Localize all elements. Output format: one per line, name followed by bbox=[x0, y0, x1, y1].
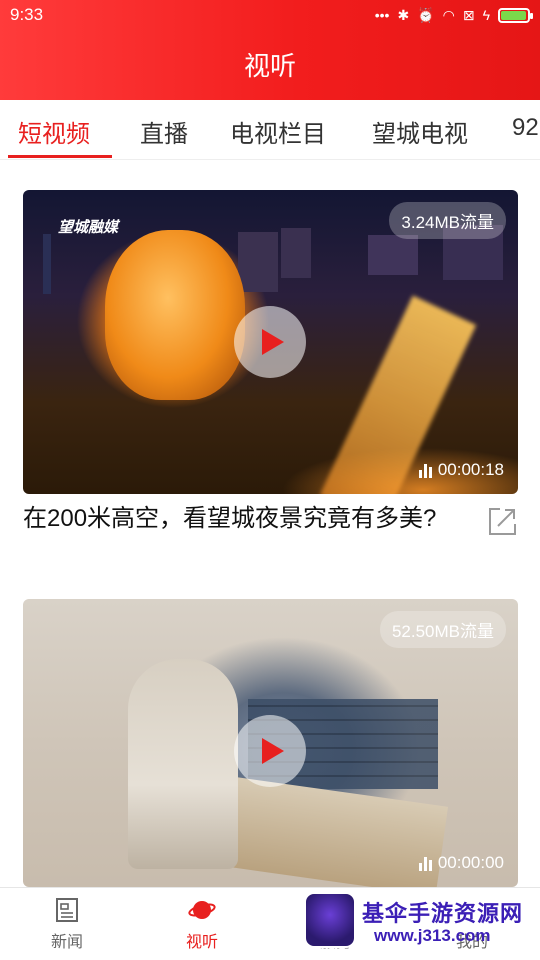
bluetooth-icon: ✱ bbox=[397, 7, 410, 23]
signal-bars-icon bbox=[418, 462, 432, 478]
channel-logo: 望城融媒 bbox=[58, 219, 119, 236]
share-icon[interactable] bbox=[486, 506, 518, 538]
watermark-title: 基伞手游资源网 bbox=[362, 901, 524, 926]
nav-news[interactable]: 新闻 bbox=[27, 896, 107, 952]
tab-wangcheng-tv[interactable]: 望城电视 bbox=[372, 114, 468, 149]
wifi-icon: ◠ bbox=[442, 7, 455, 23]
no-sim-icon: ⊠ bbox=[462, 7, 475, 23]
planet-icon bbox=[188, 901, 216, 919]
active-tab-indicator bbox=[8, 155, 112, 158]
category-tabs: 短视频 直播 电视栏目 望城电视 92 bbox=[0, 100, 540, 160]
video-title[interactable]: 在200米高空，看望城夜景究竟有多美? bbox=[23, 502, 463, 536]
play-icon bbox=[262, 738, 284, 764]
more-dots-icon: ••• bbox=[374, 7, 390, 23]
chef-figure bbox=[128, 659, 238, 869]
video-duration: 00:00:18 bbox=[418, 460, 504, 480]
signal-bars-icon bbox=[418, 855, 432, 871]
tab-short-video[interactable]: 短视频 bbox=[18, 114, 90, 149]
statue-image bbox=[105, 230, 245, 400]
watermark: 基伞手游资源网 www.j313.com bbox=[300, 890, 540, 952]
tab-92[interactable]: 92 bbox=[512, 114, 539, 142]
play-button[interactable] bbox=[234, 306, 306, 378]
tab-live[interactable]: 直播 bbox=[140, 114, 188, 149]
video-thumbnail[interactable]: 52.50MB流量 00:00:00 bbox=[23, 599, 518, 887]
video-card[interactable]: 望城融媒 3.24MB流量 00:00:18 在200米高空，看望城夜景究竟有多… bbox=[23, 190, 518, 536]
battery-icon bbox=[498, 7, 533, 23]
status-icons: ••• ✱ ⏰ ◠ ⊠ ϟ bbox=[374, 6, 533, 24]
battery-level bbox=[501, 10, 526, 20]
video-card[interactable]: 52.50MB流量 00:00:00 bbox=[23, 599, 518, 887]
play-icon bbox=[262, 329, 284, 355]
watermark-url: www.j313.com bbox=[374, 926, 491, 945]
duration-text: 00:00:00 bbox=[437, 853, 504, 872]
video-duration: 00:00:00 bbox=[418, 853, 504, 873]
data-size-badge: 52.50MB流量 bbox=[379, 611, 506, 648]
nav-audiovisual-label: 视听 bbox=[185, 934, 218, 951]
watermark-logo-icon bbox=[304, 892, 356, 948]
data-size-badge: 3.24MB流量 bbox=[389, 202, 506, 239]
alarm-icon: ⏰ bbox=[417, 7, 435, 23]
app-header: 9:33 ••• ✱ ⏰ ◠ ⊠ ϟ 视听 bbox=[0, 0, 540, 100]
status-time: 9:33 bbox=[10, 5, 44, 24]
video-thumbnail[interactable]: 望城融媒 3.24MB流量 00:00:18 bbox=[23, 190, 518, 494]
play-button[interactable] bbox=[234, 715, 306, 787]
nav-audiovisual[interactable]: 视听 bbox=[162, 896, 242, 952]
tab-tv-programs[interactable]: 电视栏目 bbox=[230, 114, 326, 149]
status-bar: 9:33 ••• ✱ ⏰ ◠ ⊠ ϟ bbox=[0, 0, 540, 32]
charging-icon: ϟ bbox=[482, 7, 490, 23]
page-title: 视听 bbox=[243, 51, 296, 81]
nav-news-label: 新闻 bbox=[50, 934, 83, 951]
news-icon bbox=[56, 898, 78, 922]
duration-text: 00:00:18 bbox=[437, 460, 504, 479]
